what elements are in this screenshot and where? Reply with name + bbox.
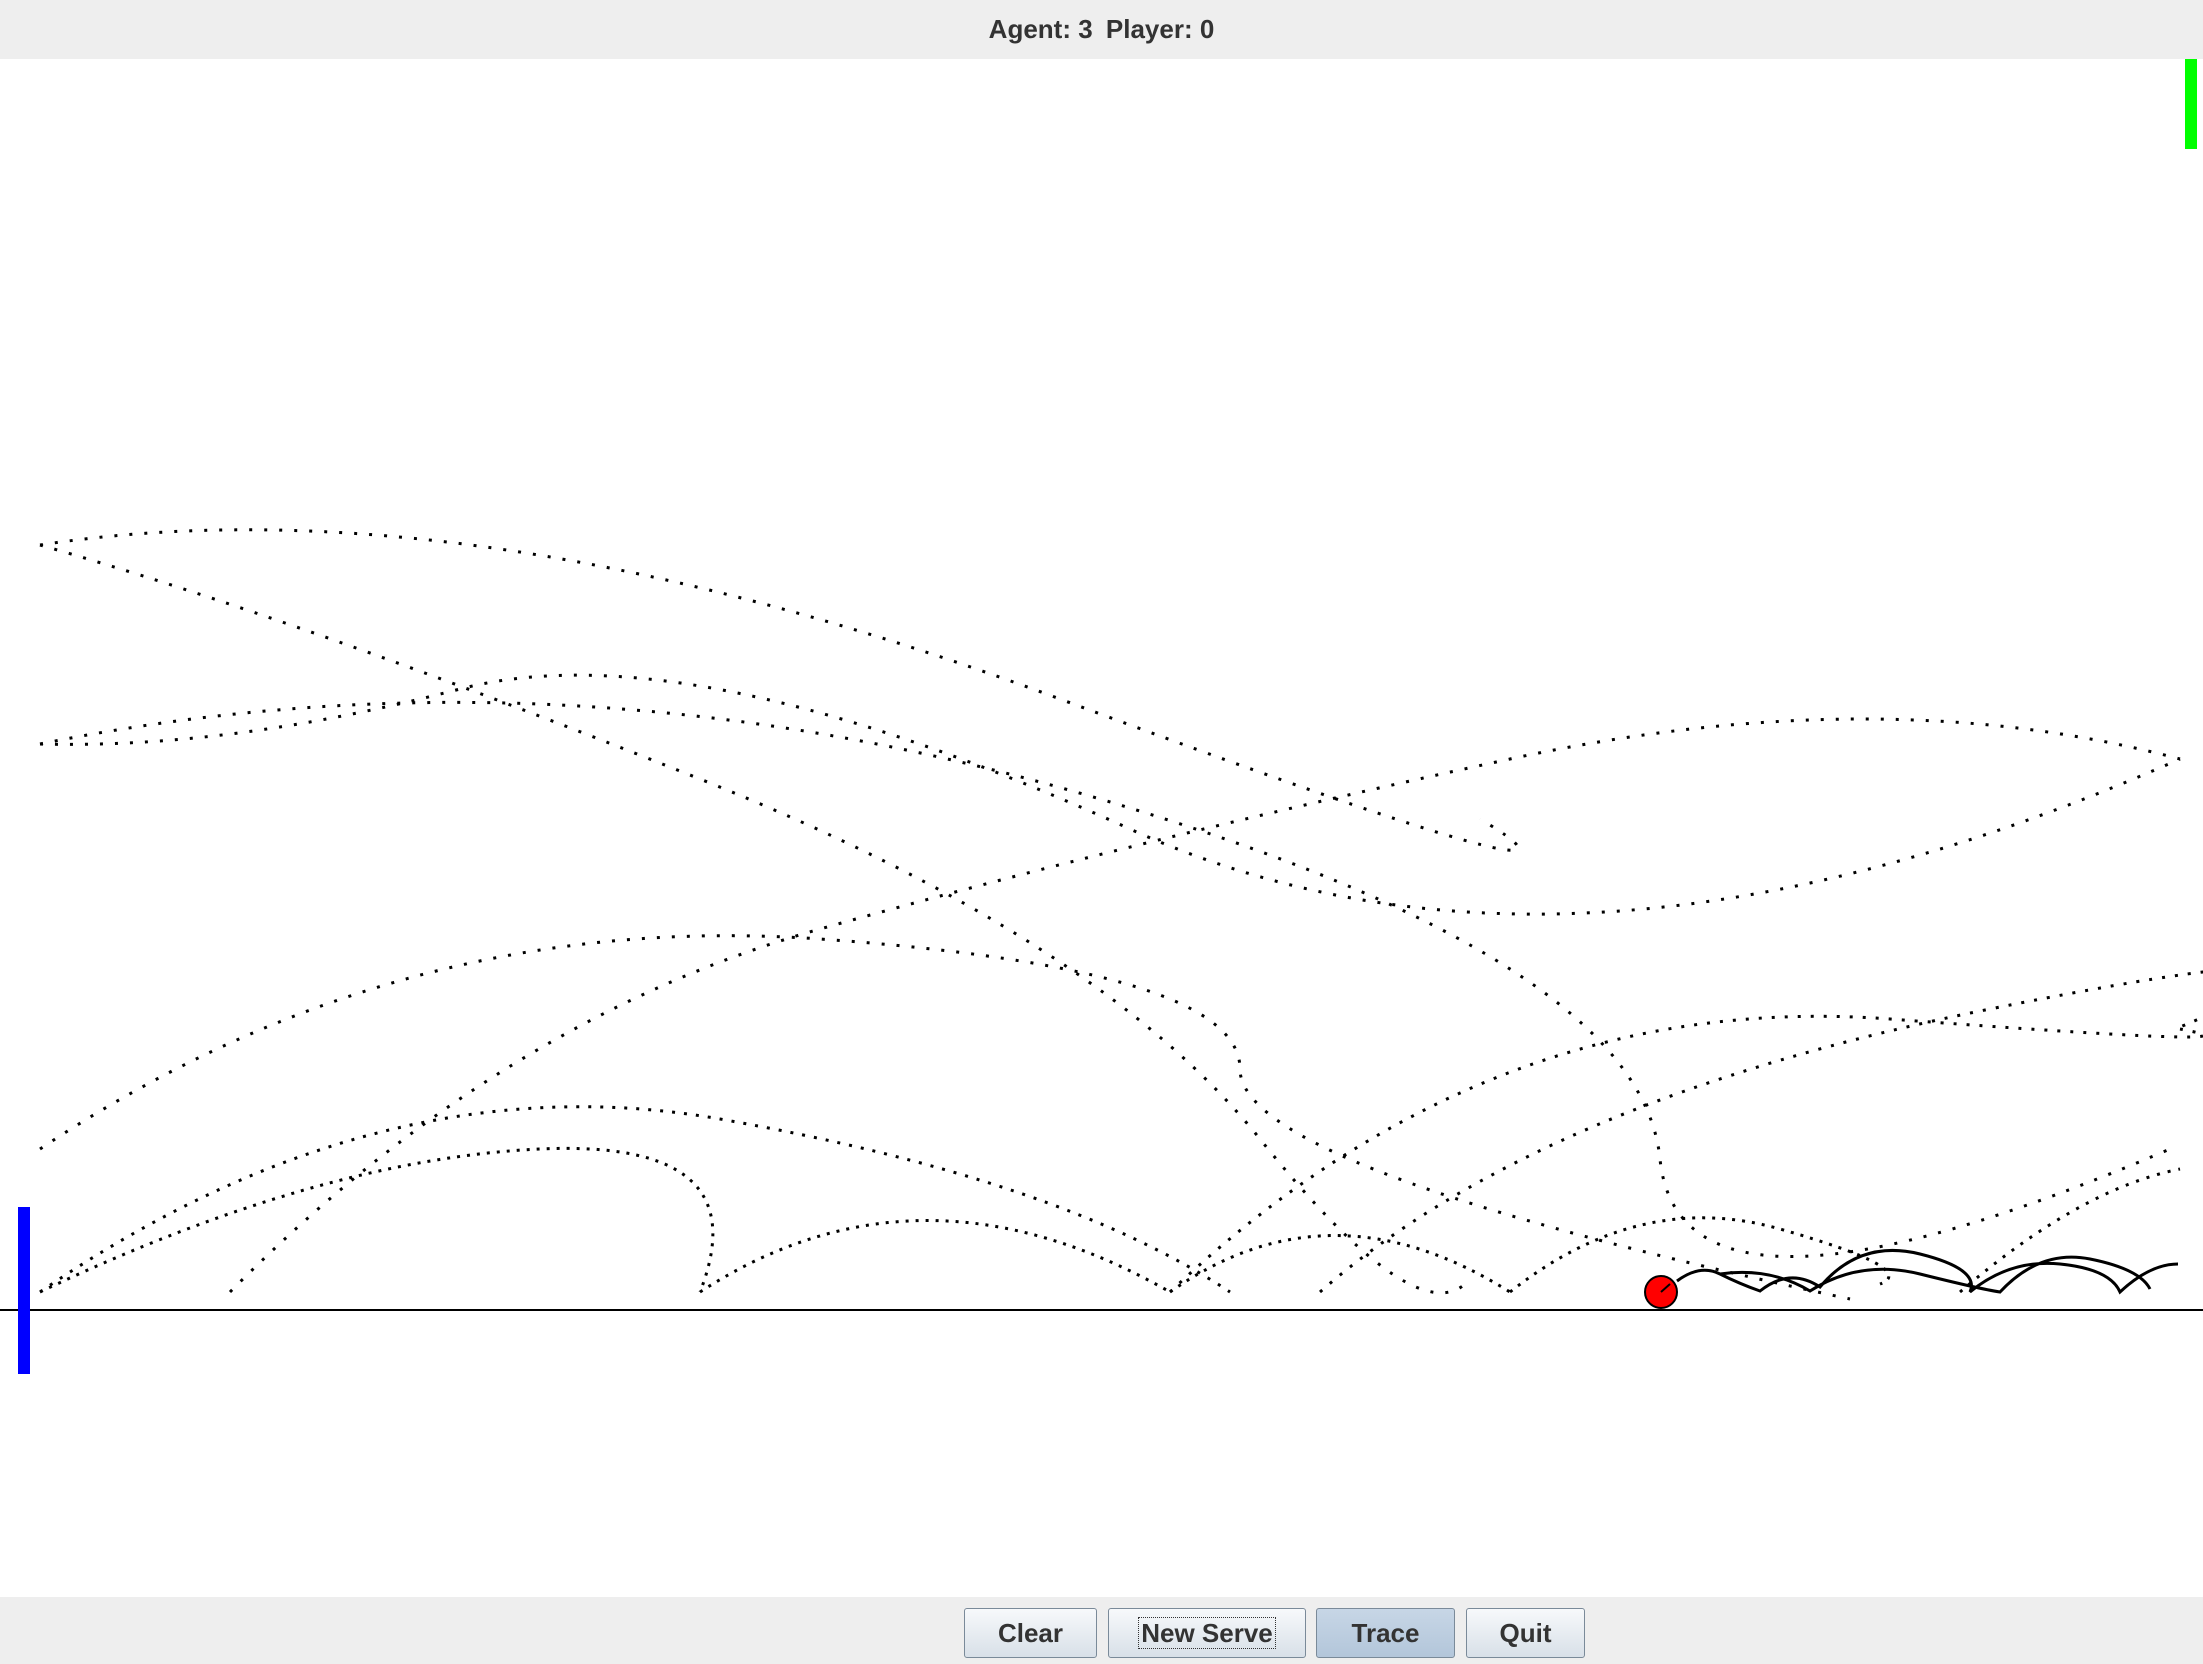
ball-trace: [39, 528, 2203, 1301]
trace-arc: [39, 528, 1520, 852]
player-score: Player: 0: [1105, 14, 1215, 44]
trace-toggle-button[interactable]: Trace: [1316, 1608, 1455, 1658]
trace-arc: [1169, 1234, 1511, 1294]
new-serve-button[interactable]: New Serve: [1108, 1608, 1306, 1658]
trace-arc: [39, 1105, 1231, 1294]
clear-button[interactable]: Clear: [964, 1608, 1097, 1658]
trace-button-label: Trace: [1351, 1617, 1420, 1648]
ball: [1644, 1275, 1678, 1309]
control-bar: Clear New Serve Trace Quit: [0, 1597, 2203, 1664]
trace-recent: [1676, 1249, 2179, 1295]
new-serve-button-label: New Serve: [1138, 1617, 1276, 1649]
agent-paddle: [18, 1207, 30, 1374]
court-canvas: [0, 59, 2203, 1374]
quit-button-label: Quit: [1499, 1617, 1552, 1648]
quit-button[interactable]: Quit: [1466, 1608, 1585, 1658]
clear-button-label: Clear: [997, 1617, 1064, 1648]
scoreboard: Agent: 3 Player: 0: [0, 14, 2203, 45]
trace-arc: [1168, 1014, 2203, 1294]
trace-arc: [699, 1219, 1171, 1294]
game-court[interactable]: [0, 59, 2203, 1597]
trace-arc: [39, 934, 1851, 1301]
trace-arc: [39, 1146, 715, 1294]
player-paddle: [2185, 59, 2197, 149]
trace-arc: [39, 673, 2181, 916]
agent-score: Agent: 3: [988, 14, 1093, 44]
score-bar: Agent: 3 Player: 0: [0, 0, 2203, 59]
trace-arc: [228, 717, 2181, 1294]
trace-arc: [39, 543, 1472, 1295]
